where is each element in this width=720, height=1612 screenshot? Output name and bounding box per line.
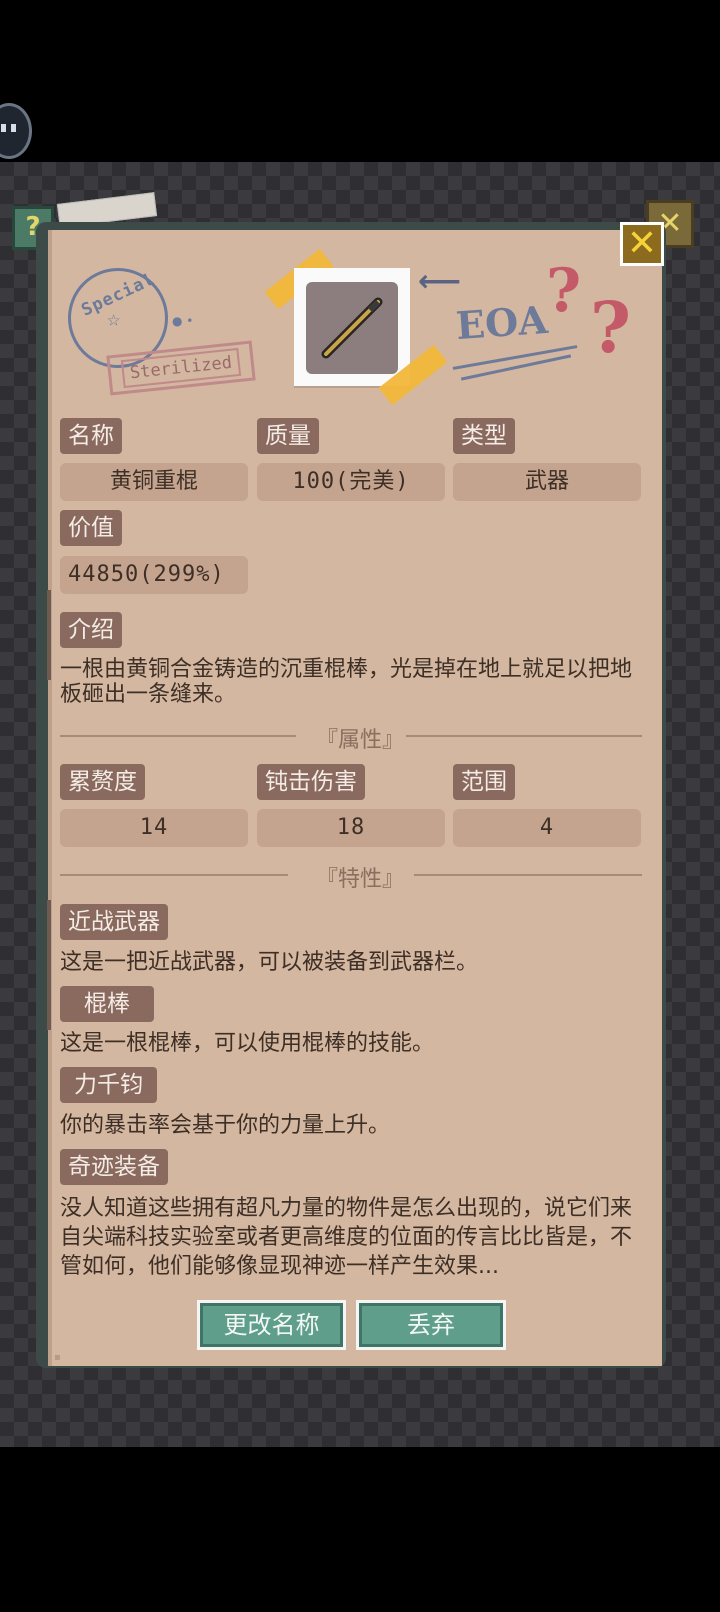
- quality-value: 100(完美): [257, 463, 445, 501]
- type-value: 武器: [453, 463, 641, 501]
- attribute-value: 14: [60, 809, 248, 847]
- close-button[interactable]: ✕: [620, 222, 664, 266]
- trait-label: 近战武器: [60, 904, 168, 940]
- trait-label: 奇迹装备: [60, 1149, 168, 1185]
- dots-decoration: ● •: [172, 314, 194, 328]
- attribute-label: 累赘度: [60, 764, 145, 800]
- name-value: 黄铜重棍: [60, 463, 248, 501]
- brass-club-icon: [321, 297, 383, 359]
- traits-title: 『特性』: [316, 867, 405, 892]
- question-mark-icon: ?: [546, 256, 582, 326]
- sterilized-text: Sterilized: [120, 347, 242, 389]
- divider: [60, 874, 288, 876]
- arrow-left-icon: ⟵: [418, 264, 462, 299]
- section-bar: [47, 590, 51, 680]
- attribute-label: 钝击伤害: [257, 764, 365, 800]
- avatar-icon[interactable]: [0, 103, 32, 159]
- star-icon: ☆: [107, 307, 121, 332]
- avatar-eye: [11, 124, 16, 132]
- divider: [414, 874, 642, 876]
- rename-button[interactable]: 更改名称: [197, 1300, 346, 1350]
- eoa-stamp: EOA: [454, 296, 550, 349]
- type-label: 类型: [453, 418, 515, 454]
- corner-mark: ▪: [54, 1352, 61, 1363]
- item-image-frame: [294, 268, 410, 386]
- price-value: 44850(299%): [60, 556, 248, 594]
- attributes-title: 『属性』: [316, 728, 405, 753]
- attribute-label: 范围: [453, 764, 515, 800]
- intro-text: 一根由黄铜合金铸造的沉重棍棒，光是掉在地上就足以把地板砸出一条缝来。: [60, 657, 633, 707]
- divider: [60, 735, 296, 737]
- attribute-value: 18: [257, 809, 445, 847]
- attribute-value: 4: [453, 809, 641, 847]
- question-mark-icon: ?: [590, 286, 632, 369]
- avatar-eye: [1, 124, 6, 132]
- name-label: 名称: [60, 418, 122, 454]
- trait-label: 力千钧: [60, 1067, 157, 1103]
- trait-text: 这是一把近战武器，可以被装备到武器栏。: [60, 950, 479, 975]
- divider: [406, 735, 642, 737]
- close-icon: ✕: [626, 223, 658, 264]
- section-bar: [47, 900, 51, 1030]
- trait-text: 你的暴击率会基于你的力量上升。: [60, 1113, 391, 1138]
- discard-button[interactable]: 丢弃: [356, 1300, 506, 1350]
- item-image-background: [306, 282, 398, 374]
- intro-label: 介绍: [60, 612, 122, 648]
- trait-text: 没人知道这些拥有超凡力量的物件是怎么出现的，说它们来自尖端科技实验室或者更高维度…: [60, 1196, 633, 1279]
- quality-label: 质量: [257, 418, 319, 454]
- trait-label: 棍棒: [60, 986, 154, 1022]
- price-label: 价值: [60, 510, 122, 546]
- trait-text: 这是一根棍棒，可以使用棍棒的技能。: [60, 1031, 435, 1056]
